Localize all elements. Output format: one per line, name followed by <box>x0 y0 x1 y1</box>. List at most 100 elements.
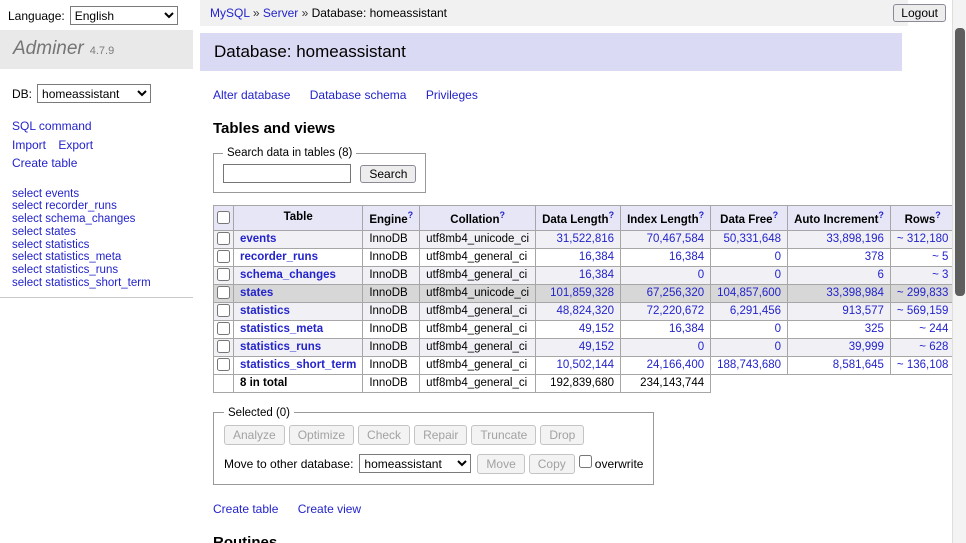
data-free-link[interactable]: 104,857,600 <box>717 287 781 299</box>
data-length-link[interactable]: 31,522,816 <box>557 233 615 245</box>
auto-increment-link[interactable]: 378 <box>865 251 884 263</box>
data-length-link[interactable]: 101,859,328 <box>550 287 614 299</box>
truncate-button[interactable]: Truncate <box>471 425 536 445</box>
auto-increment-link[interactable]: 33,398,984 <box>826 287 884 299</box>
analyze-button[interactable]: Analyze <box>224 425 285 445</box>
nav-link-alter-database[interactable]: Alter database <box>213 88 290 102</box>
nav-link-privileges[interactable]: Privileges <box>426 88 478 102</box>
table-name-link[interactable]: schema_changes <box>240 269 336 281</box>
sidebar-link-sql-command[interactable]: SQL command <box>12 119 92 133</box>
auto-increment-link[interactable]: 33,898,196 <box>826 233 884 245</box>
auto-increment-link[interactable]: 325 <box>865 323 884 335</box>
data-free-link[interactable]: 6,291,456 <box>730 305 781 317</box>
move-button[interactable]: Move <box>477 454 524 474</box>
row-checkbox[interactable] <box>217 250 230 263</box>
sidebar-link-export[interactable]: Export <box>58 138 93 152</box>
copy-button[interactable]: Copy <box>529 454 575 474</box>
rows-link[interactable]: ~ 244 <box>919 323 948 335</box>
data-free-link[interactable]: 0 <box>775 251 781 263</box>
row-checkbox[interactable] <box>217 286 230 299</box>
repair-button[interactable]: Repair <box>414 425 467 445</box>
language-select[interactable]: English <box>70 6 178 25</box>
data-free-link[interactable]: 188,743,680 <box>717 359 781 371</box>
scrollbar-thumb[interactable] <box>955 28 965 296</box>
sidebar-table-link-select-states[interactable]: select states <box>12 226 76 238</box>
optimize-button[interactable]: Optimize <box>289 425 354 445</box>
table-name-link[interactable]: statistics_short_term <box>240 359 356 371</box>
data-length-link[interactable]: 10,502,144 <box>557 359 615 371</box>
sidebar-table-link-select-statistics-short-term[interactable]: select statistics_short_term <box>12 277 151 289</box>
index-length-link[interactable]: 72,220,672 <box>647 305 705 317</box>
sidebar-table-link-select-statistics-meta[interactable]: select statistics_meta <box>12 251 121 263</box>
link-create-view[interactable]: Create view <box>298 502 361 516</box>
sidebar-table-link-select-statistics-runs[interactable]: select statistics_runs <box>12 264 118 276</box>
rows-link[interactable]: ~ 3 <box>932 269 948 281</box>
db-select[interactable]: homeassistant <box>37 84 151 103</box>
data-length-link[interactable]: 49,152 <box>579 323 614 335</box>
drop-button[interactable]: Drop <box>540 425 584 445</box>
column-help-link[interactable]: ? <box>773 210 779 220</box>
search-input[interactable] <box>223 164 351 183</box>
table-name-link[interactable]: events <box>240 233 276 245</box>
column-help-link[interactable]: ? <box>499 210 505 220</box>
data-free-link[interactable]: 0 <box>775 323 781 335</box>
column-help-link[interactable]: ? <box>408 210 414 220</box>
index-length-link[interactable]: 0 <box>698 269 704 281</box>
index-length-link[interactable]: 67,256,320 <box>647 287 705 299</box>
rows-link[interactable]: ~ 299,833 <box>897 287 948 299</box>
column-help-link[interactable]: ? <box>878 210 884 220</box>
breadcrumb-link-server[interactable]: Server <box>263 6 298 20</box>
rows-link[interactable]: ~ 136,108 <box>897 359 948 371</box>
index-length-link[interactable]: 0 <box>698 341 704 353</box>
rows-link[interactable]: ~ 5 <box>932 251 948 263</box>
row-checkbox[interactable] <box>217 232 230 245</box>
column-help-link[interactable]: ? <box>609 210 615 220</box>
index-length-link[interactable]: 16,384 <box>669 251 704 263</box>
data-free-link[interactable]: 0 <box>775 269 781 281</box>
table-name-link[interactable]: statistics_meta <box>240 323 323 335</box>
auto-increment-link[interactable]: 6 <box>878 269 884 281</box>
row-checkbox[interactable] <box>217 358 230 371</box>
breadcrumb-link-mysql[interactable]: MySQL <box>210 6 250 20</box>
row-checkbox[interactable] <box>217 340 230 353</box>
nav-link-database-schema[interactable]: Database schema <box>310 88 407 102</box>
rows-link[interactable]: ~ 312,180 <box>897 233 948 245</box>
index-length-link[interactable]: 16,384 <box>669 323 704 335</box>
sidebar-link-import[interactable]: Import <box>12 138 46 152</box>
select-all-checkbox[interactable] <box>217 211 230 224</box>
move-db-select[interactable]: homeassistant <box>359 454 471 473</box>
rows-link[interactable]: ~ 628 <box>919 341 948 353</box>
row-checkbox[interactable] <box>217 268 230 281</box>
search-button[interactable]: Search <box>360 165 416 183</box>
logout-button[interactable]: Logout <box>893 4 946 22</box>
column-help-link[interactable]: ? <box>699 210 705 220</box>
sidebar-link-create-table[interactable]: Create table <box>12 156 77 170</box>
index-length-link[interactable]: 70,467,584 <box>647 233 705 245</box>
data-length-link[interactable]: 48,824,320 <box>557 305 615 317</box>
sidebar-table-link-select-recorder-runs[interactable]: select recorder_runs <box>12 200 117 212</box>
index-length-link[interactable]: 24,166,400 <box>647 359 705 371</box>
data-length-link[interactable]: 49,152 <box>579 341 614 353</box>
row-checkbox[interactable] <box>217 322 230 335</box>
rows-link[interactable]: ~ 569,159 <box>897 305 948 317</box>
overwrite-checkbox[interactable] <box>579 455 592 468</box>
data-free-link[interactable]: 50,331,648 <box>724 233 782 245</box>
table-name-link[interactable]: statistics <box>240 305 290 317</box>
link-create-table[interactable]: Create table <box>213 502 278 516</box>
row-checkbox[interactable] <box>217 304 230 317</box>
table-name-link[interactable]: recorder_runs <box>240 251 318 263</box>
check-button[interactable]: Check <box>358 425 410 445</box>
auto-increment-link[interactable]: 39,999 <box>849 341 884 353</box>
table-name-link[interactable]: statistics_runs <box>240 341 321 353</box>
sidebar-table-link-select-events[interactable]: select events <box>12 188 79 200</box>
data-free-link[interactable]: 0 <box>775 341 781 353</box>
data-length-link[interactable]: 16,384 <box>579 251 614 263</box>
sidebar-table-link-select-statistics[interactable]: select statistics <box>12 239 89 251</box>
sidebar-table-link-select-schema-changes[interactable]: select schema_changes <box>12 213 135 225</box>
vertical-scrollbar[interactable] <box>952 0 966 543</box>
auto-increment-link[interactable]: 8,581,645 <box>833 359 884 371</box>
column-help-link[interactable]: ? <box>935 210 941 220</box>
table-name-link[interactable]: states <box>240 287 273 299</box>
data-length-link[interactable]: 16,384 <box>579 269 614 281</box>
auto-increment-link[interactable]: 913,577 <box>842 305 884 317</box>
